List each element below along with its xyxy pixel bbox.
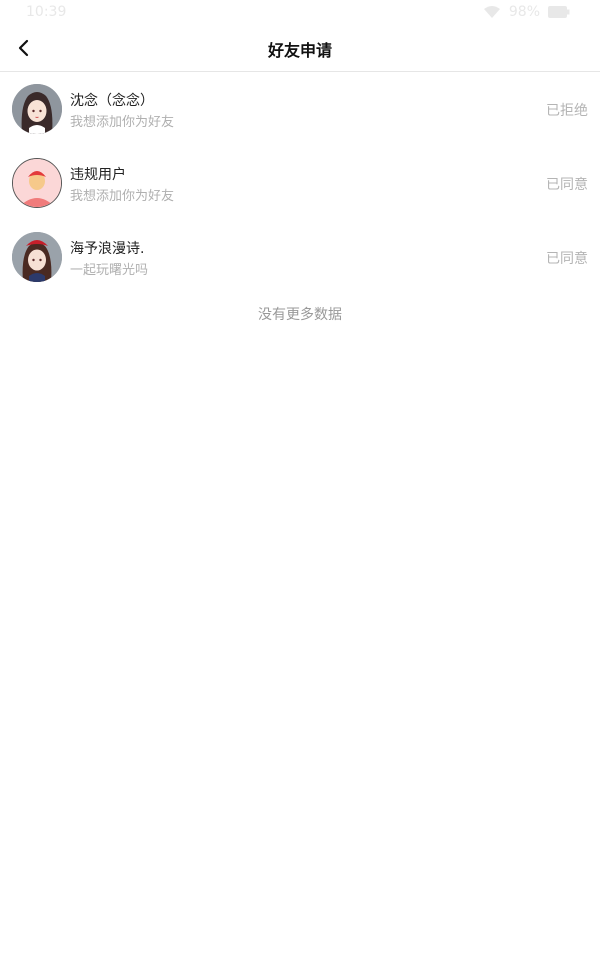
anime-girl-red-hat-avatar xyxy=(12,232,62,282)
wifi-icon xyxy=(483,5,501,19)
friend-requests-page: 10:39 98% 好友申请 沈念（念念） 我想添加你为好友 已拒绝 违规用户 … xyxy=(0,0,600,960)
avatar[interactable] xyxy=(12,84,62,134)
avatar[interactable] xyxy=(12,158,62,208)
friend-request-item[interactable]: 海予浪漫诗. 一起玩曙光吗 已同意 xyxy=(0,220,600,294)
avatar[interactable] xyxy=(12,232,62,282)
anime-girl-avatar xyxy=(12,84,62,134)
request-status: 已同意 xyxy=(546,177,588,193)
default-user-avatar xyxy=(13,159,61,207)
no-more-data-text: 没有更多数据 xyxy=(258,307,342,323)
request-status: 已同意 xyxy=(546,251,588,267)
friend-request-item[interactable]: 违规用户 我想添加你为好友 已同意 xyxy=(0,146,600,220)
request-message: 我想添加你为好友 xyxy=(70,189,175,204)
request-message: 一起玩曙光吗 xyxy=(70,263,149,278)
header: 好友申请 xyxy=(0,24,600,72)
battery-percent: 98% xyxy=(508,4,540,20)
status-bar: 10:39 98% xyxy=(0,0,600,24)
friend-request-item[interactable]: 沈念（念念） 我想添加你为好友 已拒绝 xyxy=(0,72,600,146)
status-right: 98% xyxy=(483,4,570,20)
requester-name: 沈念（念念） xyxy=(70,93,154,109)
request-message: 我想添加你为好友 xyxy=(70,115,175,130)
page-title: 好友申请 xyxy=(267,41,332,60)
requester-name: 海予浪漫诗. xyxy=(70,241,145,257)
requester-name: 违规用户 xyxy=(70,167,126,183)
request-status: 已拒绝 xyxy=(546,103,588,119)
status-time: 10:39 xyxy=(26,4,67,20)
battery-icon xyxy=(548,6,570,18)
friend-request-list: 沈念（念念） 我想添加你为好友 已拒绝 违规用户 我想添加你为好友 已同意 海予… xyxy=(0,72,600,294)
